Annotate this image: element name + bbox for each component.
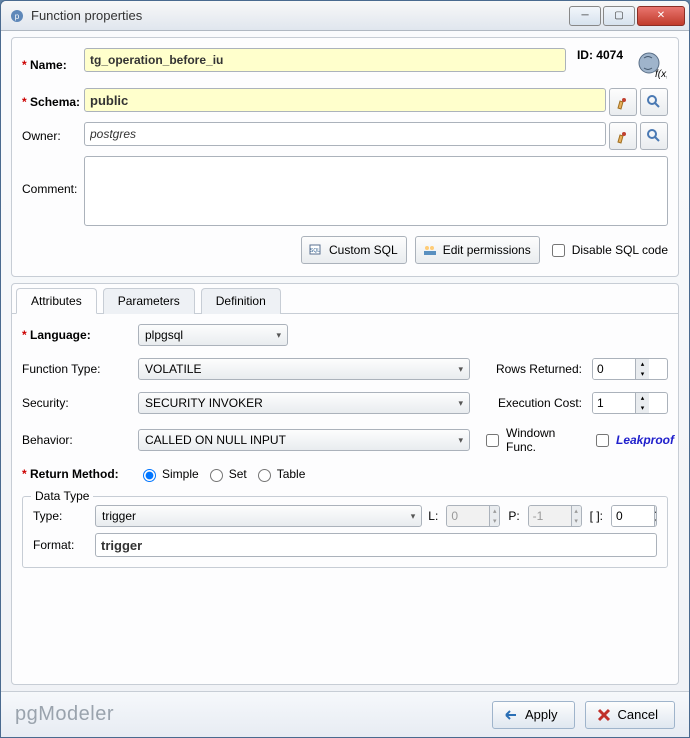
schema-search-button[interactable] (640, 88, 668, 116)
precision-label: P: (508, 509, 519, 523)
owner-pick-button[interactable] (609, 122, 637, 150)
close-button[interactable]: ✕ (637, 6, 685, 26)
function-type-label: Function Type: (22, 362, 132, 376)
owner-search-button[interactable] (640, 122, 668, 150)
tab-parameters[interactable]: Parameters (103, 288, 195, 314)
schema-input[interactable] (84, 88, 606, 112)
disable-sql-label: Disable SQL code (572, 243, 668, 257)
array-label: [ ]: (590, 509, 603, 523)
comment-input[interactable] (84, 156, 668, 226)
behavior-label: Behavior: (22, 433, 132, 447)
owner-label: Owner: (22, 129, 84, 143)
return-simple-radio[interactable] (143, 469, 156, 482)
rows-returned-label: Rows Returned: (476, 362, 586, 376)
length-spin: ▴▾ (446, 505, 500, 527)
titlebar[interactable]: p Function properties ─ ▢ ✕ (1, 1, 689, 31)
window-title: Function properties (31, 8, 569, 23)
app-icon: p (9, 8, 25, 24)
datatype-fieldset: Data Type Type: trigger▾ L: ▴▾ P: ▴▾ [ ]… (22, 496, 668, 568)
maximize-button[interactable]: ▢ (603, 6, 635, 26)
svg-text:SQL: SQL (310, 248, 320, 254)
rows-returned-spin[interactable]: ▴▾ (592, 358, 668, 380)
id-display: ID: 4074 (577, 48, 623, 82)
window-func-checkbox[interactable] (486, 434, 499, 447)
schema-label: Schema: (22, 95, 84, 109)
dialog-content: Name: ID: 4074 f(x,y) S (1, 31, 689, 691)
owner-input[interactable] (84, 122, 606, 146)
language-label: Language: (22, 328, 132, 342)
minimize-button[interactable]: ─ (569, 6, 601, 26)
schema-pick-button[interactable] (609, 88, 637, 116)
disable-sql-checkbox[interactable] (552, 244, 565, 257)
length-label: L: (428, 509, 438, 523)
execution-cost-spin[interactable]: ▴▾ (592, 392, 668, 414)
function-icon: f(x,y) (634, 48, 668, 82)
tab-panel: Attributes Parameters Definition Languag… (11, 283, 679, 685)
dialog-window: p Function properties ─ ▢ ✕ Name: ID: 40… (0, 0, 690, 738)
footer: pgModeler Apply Cancel (1, 691, 689, 737)
security-label: Security: (22, 396, 132, 410)
name-input[interactable] (84, 48, 566, 72)
return-set-radio[interactable] (210, 469, 223, 482)
return-method-label: Return Method: (22, 467, 132, 481)
datatype-legend: Data Type (31, 489, 93, 503)
custom-sql-button[interactable]: SQL Custom SQL (301, 236, 407, 264)
brand-label: pgModeler (15, 703, 114, 726)
header-section: Name: ID: 4074 f(x,y) S (11, 37, 679, 277)
precision-spin: ▴▾ (528, 505, 582, 527)
tab-attributes[interactable]: Attributes (16, 288, 97, 314)
edit-permissions-button[interactable]: Edit permissions (415, 236, 540, 264)
comment-label: Comment: (22, 156, 84, 196)
function-type-combo[interactable]: VOLATILE▾ (138, 358, 470, 380)
execution-cost-label: Execution Cost: (476, 396, 586, 410)
type-label: Type: (33, 509, 89, 523)
security-combo[interactable]: SECURITY INVOKER▾ (138, 392, 470, 414)
type-combo[interactable]: trigger▾ (95, 505, 422, 527)
behavior-combo[interactable]: CALLED ON NULL INPUT▾ (138, 429, 470, 451)
return-table-radio[interactable] (258, 469, 271, 482)
format-display (95, 533, 657, 557)
tab-definition[interactable]: Definition (201, 288, 281, 314)
format-label: Format: (33, 538, 89, 552)
array-spin[interactable]: ▴▾ (611, 505, 657, 527)
apply-button[interactable]: Apply (492, 701, 575, 729)
leakproof-label: Leakproof (616, 433, 674, 447)
leakproof-checkbox[interactable] (596, 434, 609, 447)
language-combo[interactable]: plpgsql▾ (138, 324, 288, 346)
name-label: Name: (22, 58, 84, 72)
svg-text:f(x,y): f(x,y) (655, 69, 667, 80)
svg-text:p: p (15, 12, 20, 21)
window-func-label: Windown Func. (506, 426, 586, 454)
cancel-button[interactable]: Cancel (585, 701, 675, 729)
